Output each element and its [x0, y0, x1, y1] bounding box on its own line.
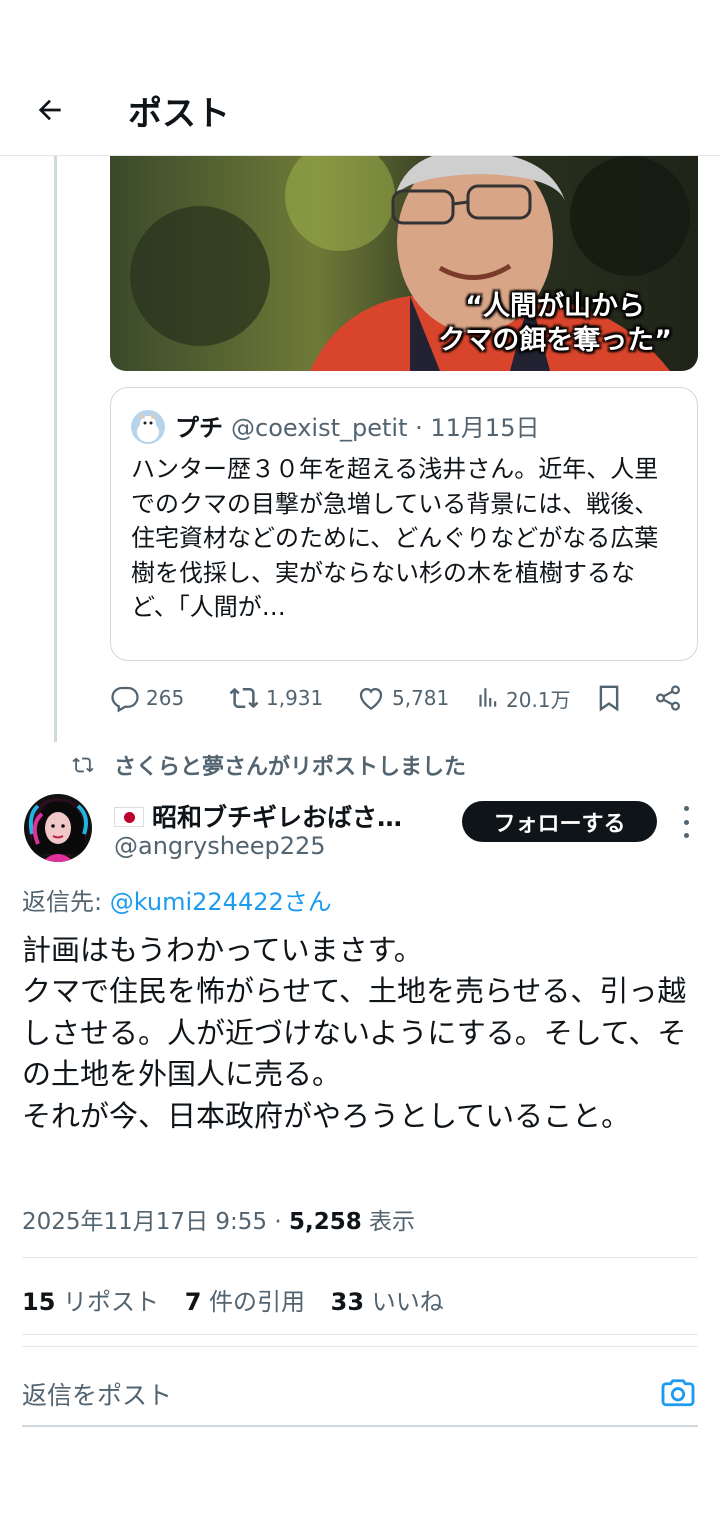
views-count: 20.1万: [506, 687, 571, 712]
reposts-stat[interactable]: 15 リポスト: [22, 1288, 159, 1316]
divider: [22, 1334, 698, 1335]
quoted-post-card[interactable]: プチ @coexist_petit · 11月15日 ハンター歴３０年を超える浅井…: [110, 387, 698, 661]
bookmark-icon: [599, 685, 619, 712]
post-body-line: クマで住民を怖がらせて、土地を売らせる、引っ越しさせる。人が近づけないようにする…: [22, 974, 687, 1092]
post-body-text: 計画はもうわかっていまさす。クマで住民を怖がらせて、土地を売らせる、引っ越しさせ…: [22, 930, 692, 1137]
bookmark-button[interactable]: [594, 676, 624, 720]
quotes-stat[interactable]: 7 件の引用: [185, 1288, 305, 1316]
post-body-line: 計画はもうわかっていまさす。: [22, 933, 423, 967]
post-timestamp: 2025年11月17日 9:55 · 5,258 表示: [22, 1202, 415, 1236]
avatar[interactable]: [24, 794, 92, 862]
author-display-name[interactable]: 昭和ブチギレおばさ…: [114, 798, 402, 834]
divider: [22, 1346, 698, 1347]
quote-author-meta: @coexist_petit · 11月15日: [231, 414, 540, 442]
repost-icon: [72, 757, 94, 773]
more-icon[interactable]: [676, 806, 696, 838]
top-bar: ポスト: [0, 60, 720, 156]
repost-icon: [229, 687, 259, 709]
quotes-stat-label: 件の引用: [201, 1288, 306, 1316]
reply-to-line: 返信先: @kumi224422さん: [22, 882, 332, 917]
post-media-image[interactable]: “人間が山から クマの餌を奪った”: [110, 156, 698, 371]
quote-author-name: プチ: [175, 414, 223, 442]
divider: [22, 1257, 698, 1258]
share-button[interactable]: [652, 676, 684, 720]
reposts-stat-label: リポスト: [55, 1288, 160, 1316]
reply-to-mention[interactable]: @kumi224422さん: [110, 888, 332, 916]
like-count: 5,781: [392, 686, 450, 710]
camera-icon[interactable]: [660, 1374, 696, 1410]
quote-avatar: [131, 410, 165, 444]
repost-count: 1,931: [266, 686, 324, 710]
quotes-stat-count: 7: [184, 1288, 202, 1316]
likes-stat-count: 33: [330, 1288, 365, 1316]
repost-button[interactable]: 1,931: [228, 676, 323, 720]
media-caption-line-1: “人間が山から: [465, 291, 645, 322]
japan-flag-icon: [114, 807, 144, 827]
quote-body-text: ハンター歴３０年を超える浅井さん。近年、人里でのクマの目撃が急増している背景には…: [131, 455, 659, 621]
share-icon: [655, 685, 681, 711]
page-title: ポスト: [128, 94, 230, 134]
reply-input-underline: [22, 1425, 698, 1427]
like-button[interactable]: 5,781: [356, 676, 449, 720]
quote-header: プチ @coexist_petit · 11月15日: [175, 408, 539, 443]
thread-connector-line: [54, 156, 57, 742]
post-body-line: それが今、日本政府がやろうとしていること。: [22, 1098, 631, 1133]
back-arrow-icon[interactable]: [30, 90, 70, 130]
reply-input[interactable]: 返信をポスト: [22, 1376, 172, 1412]
action-bar: 265 1,931 5,781 20.1万: [110, 676, 698, 720]
likes-stat-label: いいね: [364, 1288, 444, 1316]
reply-icon: [111, 686, 139, 713]
repost-attribution[interactable]: さくらと夢さんがリポストしました: [72, 750, 466, 780]
view-count: 5,258: [288, 1209, 362, 1235]
views-icon: [479, 688, 497, 707]
likes-stat[interactable]: 33 いいね: [331, 1288, 444, 1316]
author-handle[interactable]: @angrysheep225: [114, 832, 326, 860]
reply-to-label: 返信先:: [22, 888, 110, 916]
media-caption-line-2: クマの餌を奪った”: [438, 325, 672, 356]
engagement-stats: 15 リポスト 7 件の引用 33 いいね: [22, 1282, 462, 1317]
reply-button[interactable]: 265: [110, 676, 184, 720]
views-button[interactable]: 20.1万: [474, 676, 571, 720]
timestamp-text[interactable]: 2025年11月17日 9:55 ·: [22, 1209, 289, 1235]
repost-attribution-text: さくらと夢さんがリポストしました: [114, 755, 467, 780]
author-name-text: 昭和ブチギレおばさ…: [152, 803, 403, 832]
reposts-stat-count: 15: [22, 1288, 56, 1316]
like-icon: [359, 687, 383, 710]
view-label: 表示: [361, 1209, 416, 1235]
reply-count: 265: [146, 686, 185, 710]
media-caption: “人間が山から クマの餌を奪った”: [438, 290, 672, 358]
follow-button[interactable]: フォローする: [462, 801, 657, 842]
